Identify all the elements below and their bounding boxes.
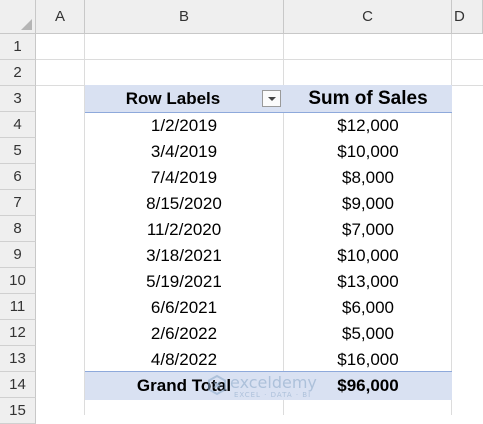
exceldemy-watermark: exceldemy EXCEL · DATA · BI	[206, 371, 318, 405]
row-header-3[interactable]: 3	[0, 86, 36, 112]
row-header-5[interactable]: 5	[0, 138, 36, 164]
row-header-7[interactable]: 7	[0, 190, 36, 216]
pivot-row-label[interactable]: 11/2/2020	[85, 217, 283, 243]
row-header-8[interactable]: 8	[0, 216, 36, 242]
pivot-row-label[interactable]: 5/19/2021	[85, 269, 283, 295]
row-header-1[interactable]: 1	[0, 34, 36, 60]
row-header-14[interactable]: 14	[0, 372, 36, 398]
pivot-row-value[interactable]: $5,000	[284, 321, 452, 347]
dropdown-arrow-icon	[267, 96, 276, 101]
pivot-row-label[interactable]: 4/8/2022	[85, 347, 283, 373]
pivot-row-value[interactable]: $7,000	[284, 217, 452, 243]
row-header-11[interactable]: 11	[0, 294, 36, 320]
pivot-row-label[interactable]: 3/4/2019	[85, 139, 283, 165]
row-labels-filter-button[interactable]	[262, 90, 281, 107]
pivot-row-value[interactable]: $10,000	[284, 243, 452, 269]
row-header-9[interactable]: 9	[0, 242, 36, 268]
pivot-row-value[interactable]: $6,000	[284, 295, 452, 321]
watermark-name: exceldemy	[230, 373, 317, 392]
pivot-row-label[interactable]: 2/6/2022	[85, 321, 283, 347]
pivot-row-label[interactable]: 8/15/2020	[85, 191, 283, 217]
column-header-b[interactable]: B	[85, 0, 284, 34]
row-header-13[interactable]: 13	[0, 346, 36, 372]
row-header-4[interactable]: 4	[0, 112, 36, 138]
column-header-d[interactable]: D	[452, 0, 483, 34]
exceldemy-logo-icon	[208, 374, 226, 396]
pivot-row-label[interactable]: 1/2/2019	[85, 113, 283, 139]
column-header-a[interactable]: A	[36, 0, 85, 34]
pivot-row-value[interactable]: $13,000	[284, 269, 452, 295]
row-header-6[interactable]: 6	[0, 164, 36, 190]
pivot-row-value[interactable]: $9,000	[284, 191, 452, 217]
pivot-row-label[interactable]: 6/6/2021	[85, 295, 283, 321]
row-header-15[interactable]: 15	[0, 398, 36, 424]
spreadsheet: A B C D 1 2 3 4 5 6 7 8 9 10 11 12 13 14…	[0, 0, 483, 424]
row-header-10[interactable]: 10	[0, 268, 36, 294]
pivot-row-labels-header[interactable]: Row Labels	[85, 86, 261, 112]
watermark-tagline: EXCEL · DATA · BI	[234, 391, 312, 399]
pivot-row-value[interactable]: $12,000	[284, 113, 452, 139]
column-header-c[interactable]: C	[284, 0, 452, 34]
row-header-12[interactable]: 12	[0, 320, 36, 346]
pivot-row-label[interactable]: 3/18/2021	[85, 243, 283, 269]
select-all-icon	[21, 19, 32, 30]
pivot-row-value[interactable]: $16,000	[284, 347, 452, 373]
pivot-sum-of-sales-header[interactable]: Sum of Sales	[284, 86, 452, 112]
select-all-corner[interactable]	[0, 0, 36, 34]
row-header-2[interactable]: 2	[0, 60, 36, 86]
pivot-row-label[interactable]: 7/4/2019	[85, 165, 283, 191]
grid-line	[36, 59, 483, 60]
pivot-row-value[interactable]: $8,000	[284, 165, 452, 191]
pivot-row-value[interactable]: $10,000	[284, 139, 452, 165]
